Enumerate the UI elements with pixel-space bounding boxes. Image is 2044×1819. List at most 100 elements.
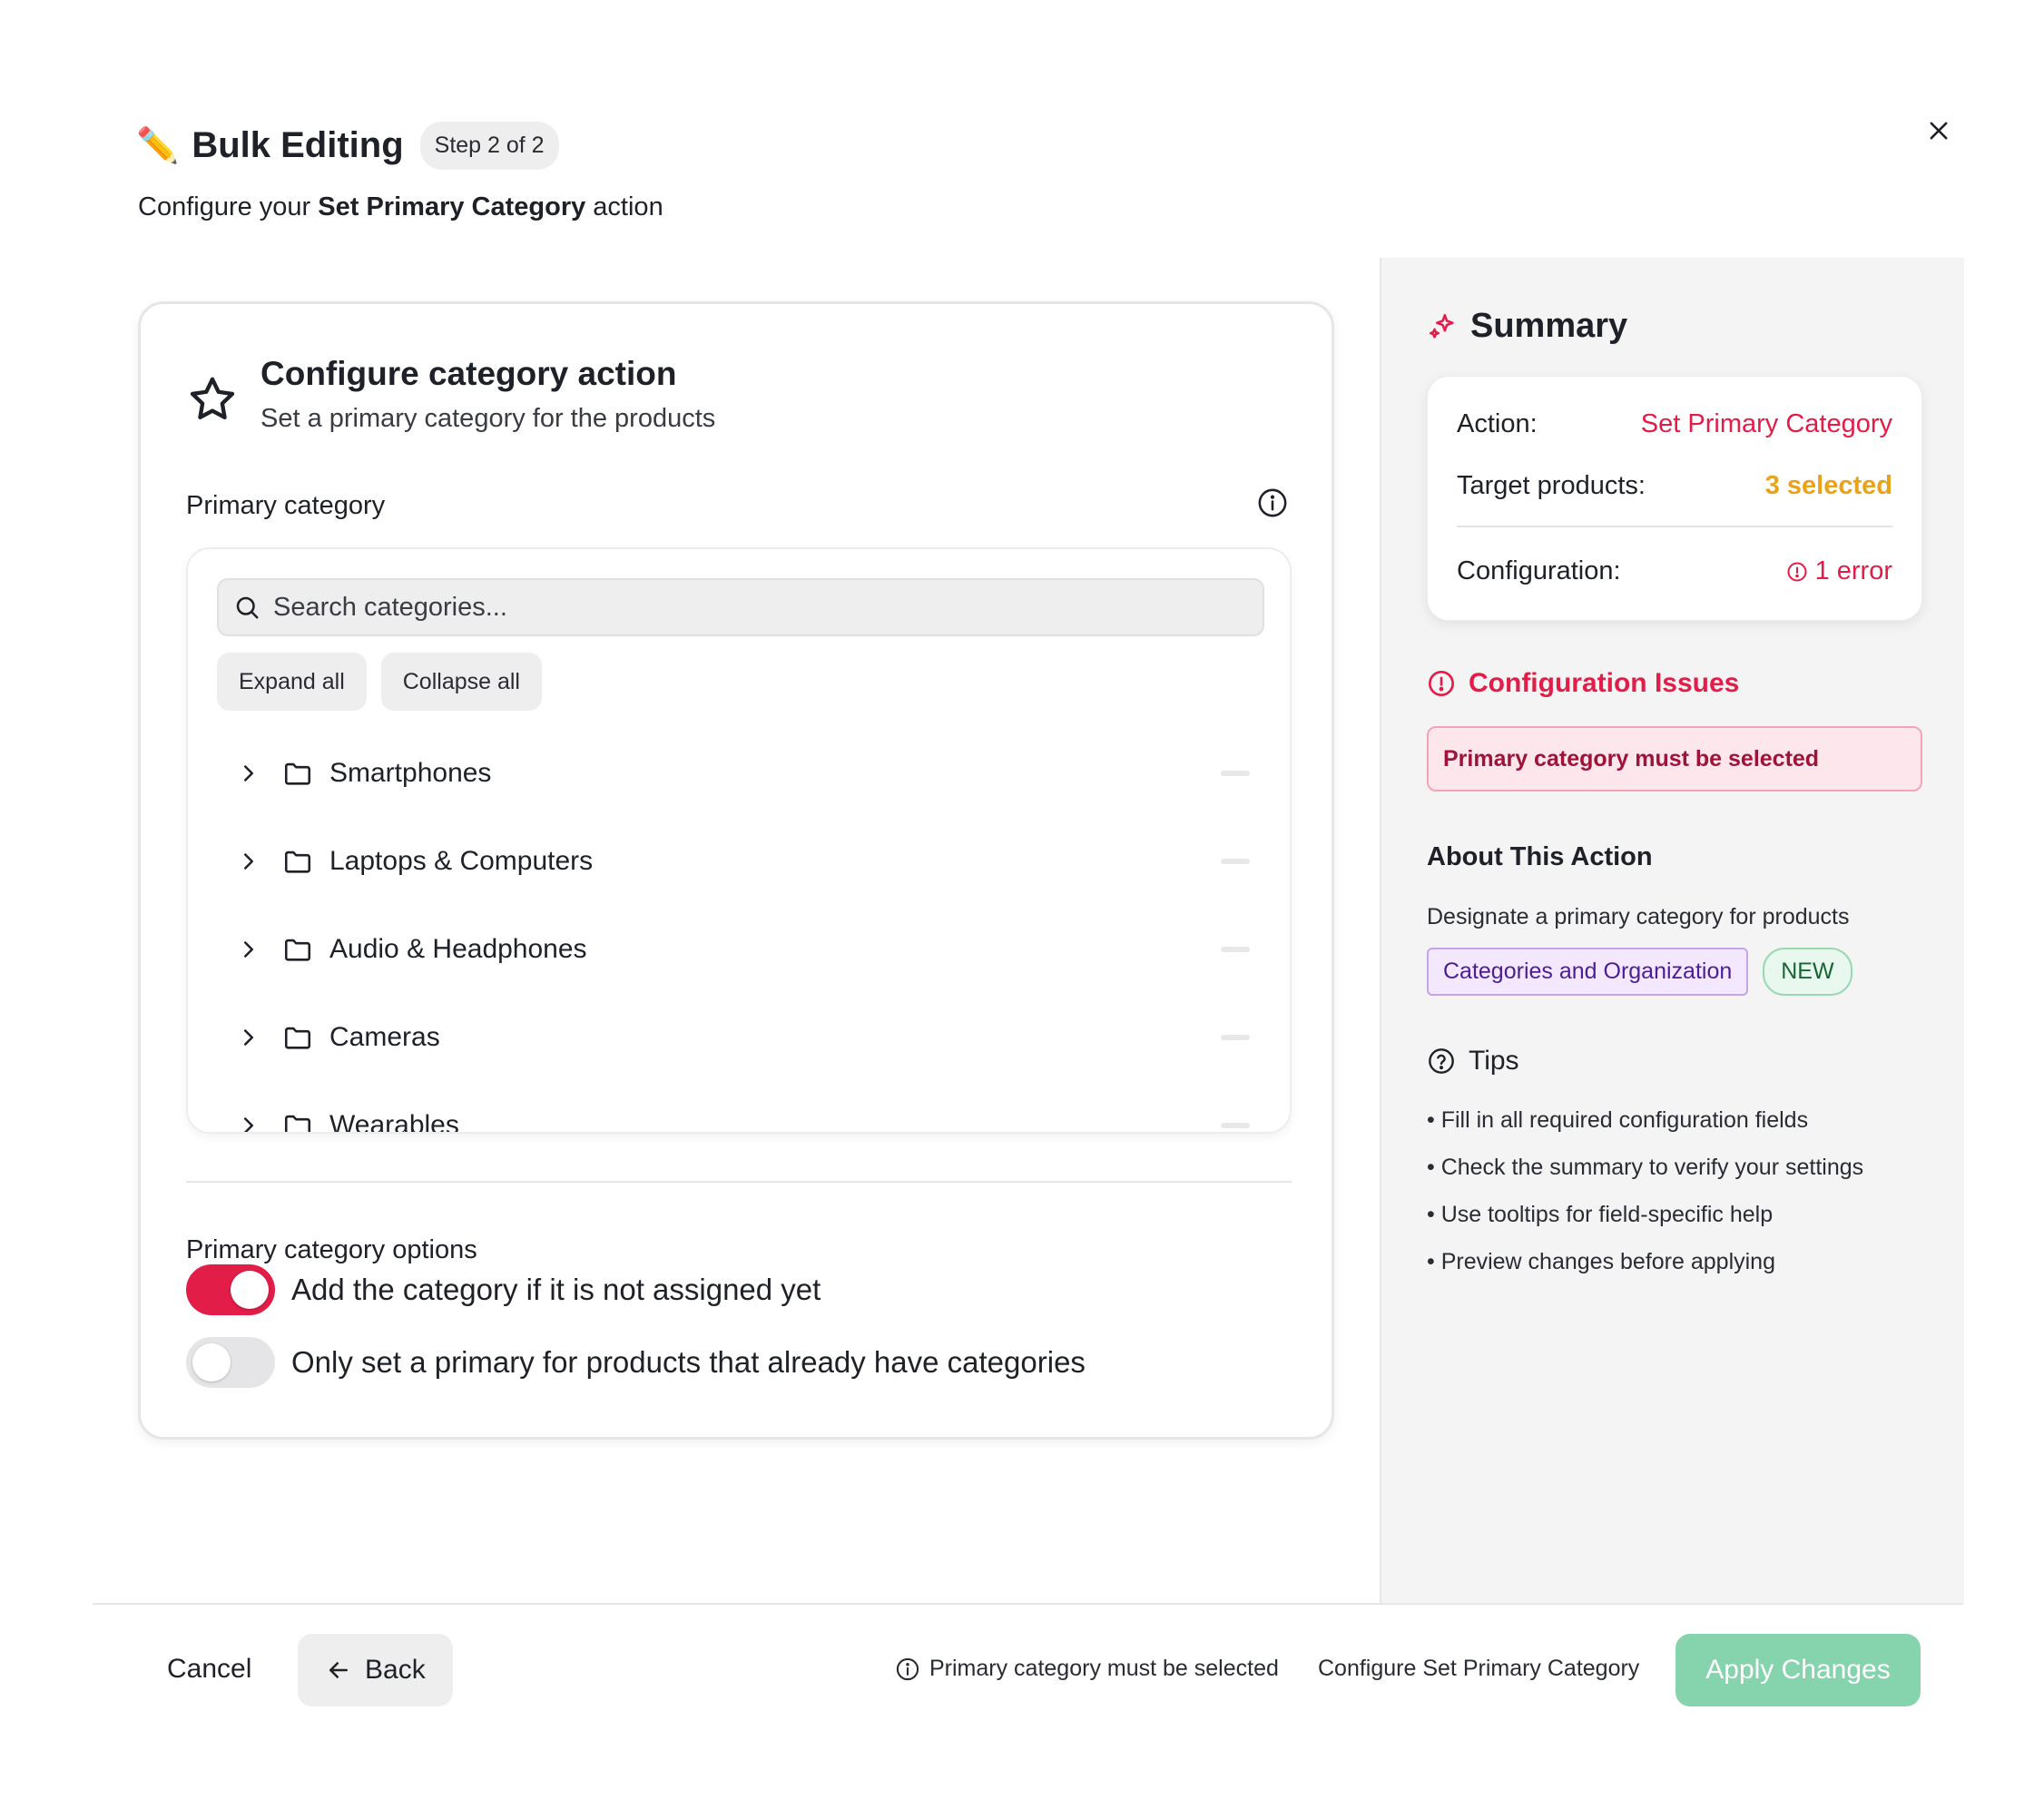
modal-title: Bulk Editing xyxy=(192,125,404,165)
search-field[interactable] xyxy=(217,578,1264,636)
category-tag: Categories and Organization xyxy=(1427,948,1749,996)
folder-icon xyxy=(284,939,311,961)
footer-divider xyxy=(93,1603,1962,1605)
primary-category-label: Primary category xyxy=(186,491,386,520)
about-title: About This Action xyxy=(1427,842,1653,871)
summary-card: Action: Set Primary Category Target prod… xyxy=(1427,376,1922,621)
pencil-icon: ✏️ xyxy=(136,126,180,165)
step-badge: Step 2 of 2 xyxy=(419,122,559,170)
summary-target-key: Target products: xyxy=(1457,471,1646,500)
category-item[interactable]: Smartphones xyxy=(217,729,1264,817)
category-indicator xyxy=(1221,1035,1250,1040)
info-icon[interactable] xyxy=(1257,487,1288,518)
folder-icon xyxy=(284,762,311,785)
category-list: Smartphones Laptops & Computers Audio & … xyxy=(217,729,1264,1135)
category-indicator xyxy=(1221,771,1250,776)
info-icon xyxy=(896,1657,919,1680)
summary-separator xyxy=(1457,526,1892,527)
apply-changes-button[interactable]: Apply Changes xyxy=(1675,1634,1921,1706)
footer-validation: Primary category must be selected xyxy=(895,1656,1279,1682)
issues-header: Configuration Issues xyxy=(1427,668,1739,699)
subtitle-suffix: action xyxy=(585,192,663,221)
sparkles-icon xyxy=(1429,313,1454,339)
category-item[interactable]: Laptops & Computers xyxy=(217,817,1264,905)
options-label: Primary category options xyxy=(186,1235,477,1264)
chevron-right-icon[interactable] xyxy=(235,1112,262,1135)
about-description: Designate a primary category for product… xyxy=(1427,904,1850,929)
summary-config-value: 1 error xyxy=(1814,556,1892,585)
summary-action-row: Action: Set Primary Category xyxy=(1457,409,1892,439)
add-category-toggle[interactable] xyxy=(186,1264,275,1315)
tips-list: • Fill in all required configuration fie… xyxy=(1427,1104,1863,1293)
summary-config-key: Configuration: xyxy=(1457,556,1621,585)
chevron-right-icon[interactable] xyxy=(235,760,262,787)
close-icon xyxy=(1930,122,1948,140)
alert-circle-icon xyxy=(1787,562,1807,581)
tip-item: • Use tooltips for field-specific help xyxy=(1427,1202,1774,1227)
alert-circle-icon xyxy=(1429,671,1454,696)
tip-item: • Fill in all required configuration fie… xyxy=(1427,1107,1809,1133)
only-existing-label: Only set a primary for products that alr… xyxy=(291,1345,1086,1379)
category-item[interactable]: Cameras xyxy=(217,993,1264,1081)
tip-item: • Check the summary to verify your setti… xyxy=(1427,1155,1864,1180)
only-existing-toggle[interactable] xyxy=(186,1337,275,1388)
star-icon xyxy=(190,377,235,419)
folder-icon xyxy=(284,1027,311,1049)
category-label: Cameras xyxy=(329,1021,440,1052)
category-label: Laptops & Computers xyxy=(329,845,594,876)
category-label: Audio & Headphones xyxy=(329,933,587,964)
folder-icon xyxy=(284,851,311,873)
new-badge: NEW xyxy=(1763,948,1852,996)
summary-header: Summary xyxy=(1427,307,1627,346)
category-indicator xyxy=(1221,947,1250,952)
category-item[interactable]: Audio & Headphones xyxy=(217,905,1264,993)
modal-subtitle: Configure your Set Primary Category acti… xyxy=(138,192,663,222)
summary-action-key: Action: xyxy=(1457,409,1538,438)
help-circle-icon xyxy=(1429,1048,1454,1074)
expand-all-button[interactable]: Expand all xyxy=(217,653,367,711)
category-item[interactable]: Wearables xyxy=(217,1081,1264,1135)
tips-header: Tips xyxy=(1427,1046,1519,1077)
category-label: Smartphones xyxy=(329,757,492,788)
footer-validation-text: Primary category must be selected xyxy=(929,1656,1279,1681)
category-label: Wearables xyxy=(329,1109,459,1134)
subtitle-prefix: Configure your xyxy=(138,192,319,221)
summary-target-value: 3 selected xyxy=(1764,471,1892,500)
card-subtitle: Set a primary category for the products xyxy=(260,404,716,433)
toggle-knob xyxy=(192,1343,231,1381)
card-header: Configure category action Set a primary … xyxy=(186,355,715,434)
summary-title: Summary xyxy=(1470,307,1628,345)
subtitle-action-name: Set Primary Category xyxy=(318,192,586,221)
summary-config-status: 1 error xyxy=(1786,556,1892,586)
summary-panel: Summary Action: Set Primary Category Tar… xyxy=(1380,258,1964,1605)
arrow-left-icon xyxy=(329,1662,348,1678)
section-divider xyxy=(186,1181,1292,1183)
tip-item: • Preview changes before applying xyxy=(1427,1249,1775,1274)
modal-header: ✏️ Bulk Editing Step 2 of 2 xyxy=(136,122,559,170)
category-tree-panel: Expand all Collapse all Smartphones Lapt… xyxy=(186,547,1292,1134)
option-only-existing: Only set a primary for products that alr… xyxy=(186,1337,1086,1388)
issues-title: Configuration Issues xyxy=(1469,668,1740,698)
search-input[interactable] xyxy=(273,592,1226,623)
search-icon xyxy=(236,596,259,619)
footer-configure-text: Configure Set Primary Category xyxy=(1318,1656,1640,1681)
issue-message: Primary category must be selected xyxy=(1427,726,1922,792)
summary-action-value: Set Primary Category xyxy=(1640,409,1892,438)
configure-card: Configure category action Set a primary … xyxy=(138,301,1334,1440)
summary-target-row: Target products: 3 selected xyxy=(1457,471,1892,501)
back-button[interactable]: Back xyxy=(298,1634,453,1706)
about-tags: Categories and Organization NEW xyxy=(1427,948,1852,996)
card-title: Configure category action xyxy=(260,355,677,392)
chevron-right-icon[interactable] xyxy=(235,936,262,963)
folder-icon xyxy=(284,1115,311,1132)
close-button[interactable] xyxy=(1921,113,1957,149)
collapse-all-button[interactable]: Collapse all xyxy=(380,653,542,711)
category-indicator xyxy=(1221,1123,1250,1128)
category-indicator xyxy=(1221,859,1250,864)
bulk-edit-modal: ✏️ Bulk Editing Step 2 of 2 Configure yo… xyxy=(0,0,2044,1819)
summary-config-row: Configuration: 1 error xyxy=(1457,556,1892,586)
chevron-right-icon[interactable] xyxy=(235,848,262,875)
chevron-right-icon[interactable] xyxy=(235,1024,262,1051)
cancel-button[interactable]: Cancel xyxy=(167,1654,251,1685)
toggle-knob xyxy=(231,1271,269,1309)
